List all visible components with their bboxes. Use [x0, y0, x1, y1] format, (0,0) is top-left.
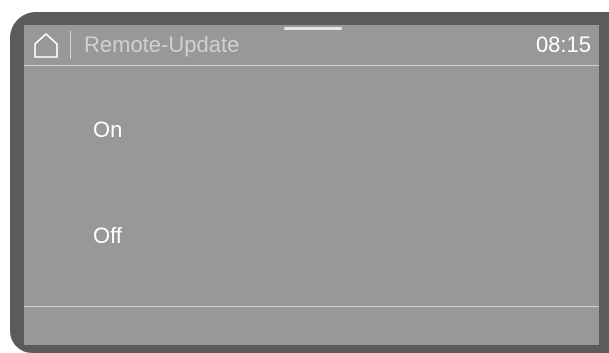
home-icon [34, 33, 58, 58]
header-divider [70, 31, 71, 59]
device: Remote-Update 08:15 On Off [0, 0, 609, 353]
footer-bar [24, 307, 599, 345]
header-bar: Remote-Update 08:15 [24, 25, 599, 65]
header-separator [24, 65, 599, 66]
option-off-label: Off [93, 223, 122, 248]
page-title: Remote-Update [84, 32, 240, 57]
home-button[interactable] [31, 30, 61, 60]
option-off[interactable]: Off [24, 173, 599, 279]
clock-time: 08:15 [535, 32, 591, 57]
display-screen: Remote-Update 08:15 On Off [24, 25, 599, 345]
option-on-label: On [93, 117, 123, 142]
option-on[interactable]: On [24, 67, 599, 173]
